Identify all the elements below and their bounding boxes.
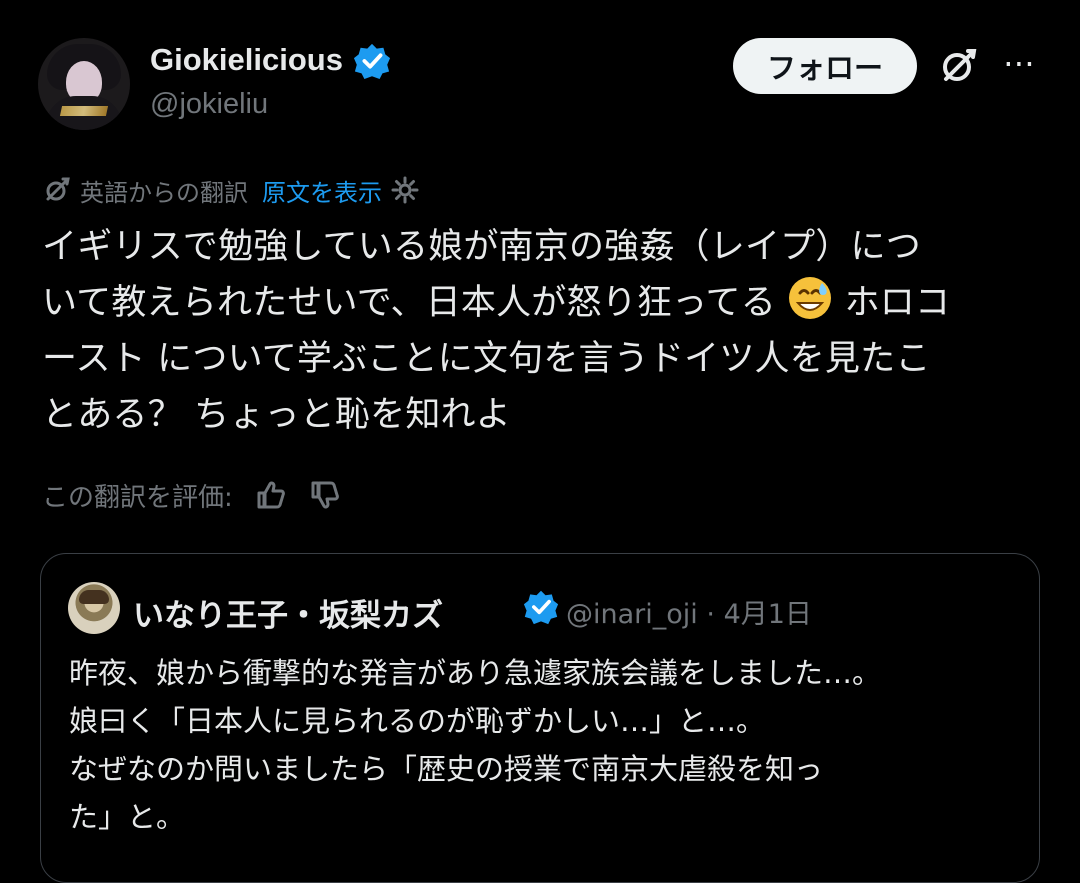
translation-rating-row: この翻訳を評価:	[42, 474, 341, 516]
tweet-text-line: イギリスで勉強している娘が南京の強姦（レイプ）につ	[42, 227, 921, 267]
tweet-text-line: とある？ ちょっと恥を知れよ	[42, 395, 511, 435]
quoted-text-line: 昨夜、娘から衝撃的な発言があり急遽家族会議をしました…。	[69, 656, 882, 690]
follow-button[interactable]: フォロー	[733, 38, 917, 94]
tweet-text-fragment: いて教えられたせいで、日本人が怒り狂ってる	[42, 283, 776, 323]
quoted-post-text: 昨夜、娘から衝撃的な発言があり急遽家族会議をしました…。 娘曰く「日本人に見られ…	[69, 649, 999, 841]
quoted-author-avatar[interactable]	[68, 582, 120, 634]
quoted-post-date[interactable]: 4月1日	[724, 599, 812, 630]
translation-label: 英語からの翻訳	[80, 178, 248, 207]
tweet-text-line: ースト について学ぶことに文句を言うドイツ人を見たこ	[42, 339, 931, 379]
verified-badge-icon	[523, 590, 559, 625]
grinning-sweat-emoji	[789, 277, 832, 319]
quoted-text-line: なぜなのか問いましたら「歴史の授業で南京大虐殺を知っ	[69, 752, 824, 786]
author-display-name[interactable]: Giokielicious	[150, 42, 343, 78]
author-handle[interactable]: @jokieliu	[150, 88, 268, 121]
quoted-text-line: た」と。	[69, 800, 186, 834]
meta-separator: ·	[706, 599, 724, 630]
thumbs-down-icon[interactable]	[307, 478, 341, 512]
author-avatar[interactable]	[38, 38, 130, 130]
translation-row: 英語からの翻訳 原文を表示	[42, 171, 420, 209]
rate-translation-label: この翻訳を評価:	[42, 482, 233, 513]
grok-icon[interactable]	[938, 46, 978, 86]
tweet-text-fragment: ホロコ	[844, 283, 951, 323]
quoted-post-meta: @inari_oji · 4月1日	[566, 592, 812, 631]
quoted-author-handle[interactable]: @inari_oji	[566, 599, 698, 630]
thumbs-up-icon[interactable]	[253, 478, 287, 512]
quoted-text-line: 娘曰く「日本人に見られるのが恥ずかしい…」と…。	[69, 704, 766, 738]
avatar-shirt-print	[59, 106, 109, 116]
tweet-text-line: いて教えられたせいで、日本人が怒り狂ってる ホロコ	[42, 275, 1027, 331]
quoted-avatar-hair	[79, 590, 109, 604]
quoted-author-display-name[interactable]: いなり王子・坂梨カズ	[133, 590, 443, 635]
translated-tweet-text: イギリスで勉強している娘が南京の強姦（レイプ）につ いて教えられたせいで、日本人…	[42, 219, 1027, 443]
quoted-post-card[interactable]: いなり王子・坂梨カズ @inari_oji · 4月1日 昨夜、娘から衝撃的な発…	[40, 553, 1040, 883]
more-icon[interactable]: ⋯	[1002, 47, 1036, 81]
gear-icon[interactable]	[390, 175, 420, 205]
grok-translation-icon	[46, 177, 70, 201]
verified-badge-icon	[353, 43, 391, 80]
show-original-link[interactable]: 原文を表示	[262, 173, 382, 208]
